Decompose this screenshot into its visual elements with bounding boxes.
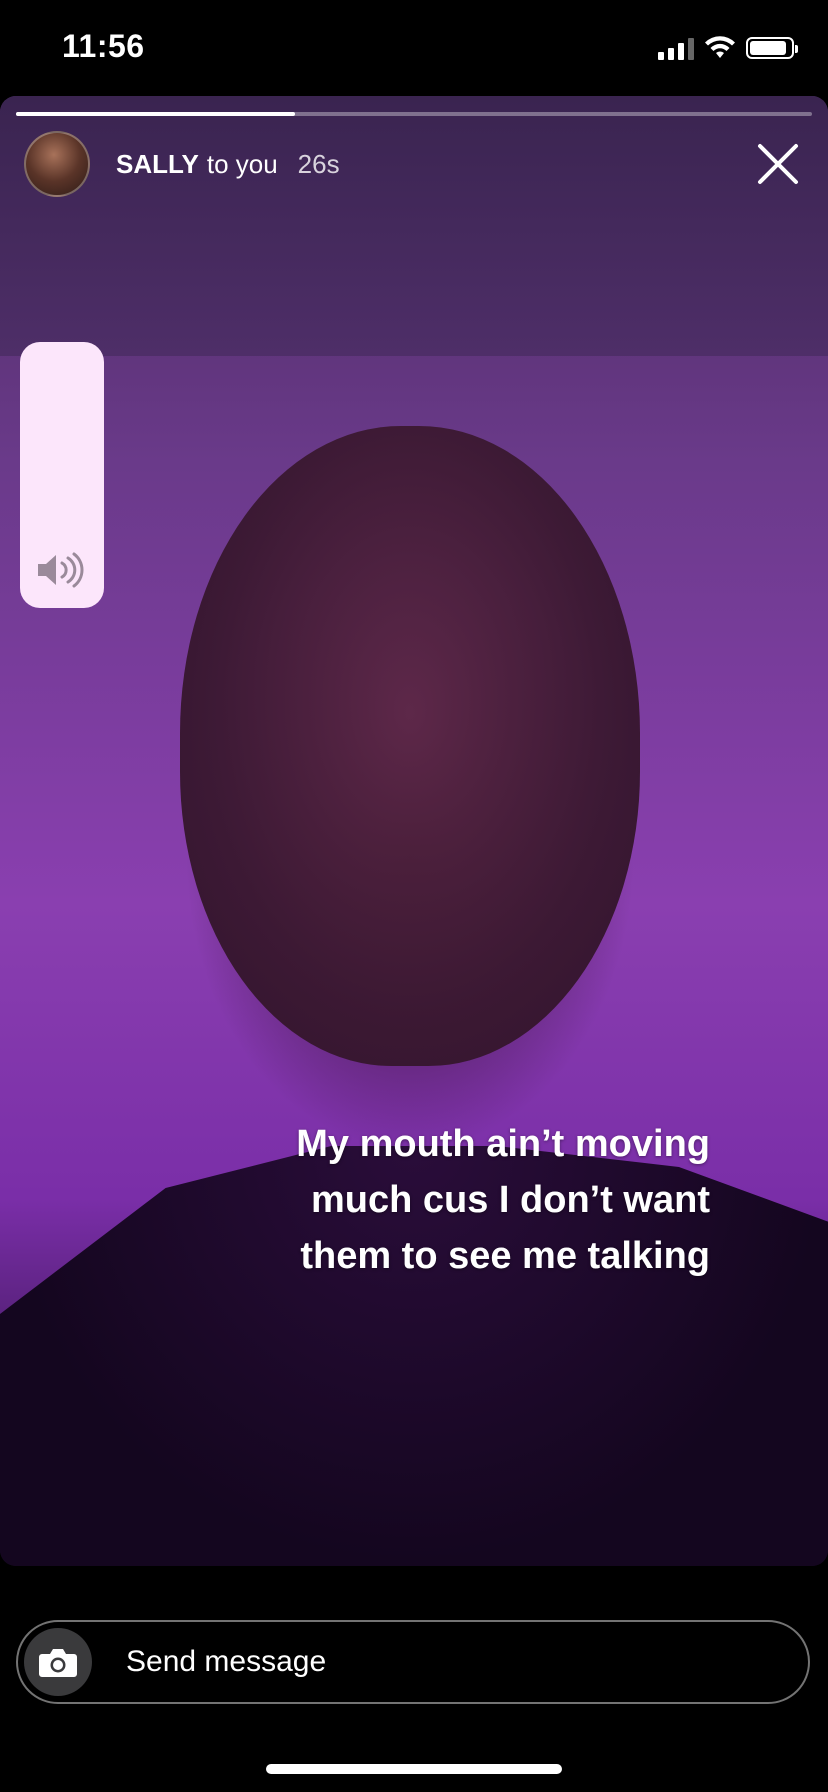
story-header-text: SALLY to you 26s (116, 149, 340, 180)
volume-slider[interactable] (20, 342, 104, 608)
recipient-text: to you (206, 148, 278, 179)
avatar[interactable] (24, 131, 90, 197)
speaker-icon (38, 552, 84, 588)
story-subject (180, 426, 640, 1066)
story-progress-fill (16, 112, 295, 116)
username[interactable]: SALLY (116, 149, 199, 180)
caption-line: much cus I don’t want (310, 1179, 710, 1221)
close-button[interactable] (752, 138, 804, 190)
story-caption: My mouth ain’t moving much cus I don’t w… (190, 1116, 710, 1284)
message-composer (16, 1620, 810, 1704)
home-indicator[interactable] (266, 1764, 562, 1774)
status-bar: 11:56 (0, 0, 828, 96)
story-viewer[interactable]: SALLY to you 26s My mouth ain’t moving m… (0, 96, 828, 1566)
status-icons (658, 36, 798, 60)
camera-button[interactable] (24, 1628, 92, 1696)
battery-icon (746, 37, 798, 59)
wifi-icon (705, 36, 735, 58)
camera-icon (39, 1649, 77, 1677)
cellular-signal-icon (658, 36, 694, 60)
story-header: SALLY to you 26s (24, 131, 804, 197)
caption-line: My mouth ain’t moving (296, 1123, 710, 1165)
story-time-ago: 26s (297, 148, 340, 179)
story-progress-bar (16, 112, 812, 116)
caption-line: them to see me talking (300, 1235, 710, 1277)
close-icon (758, 144, 798, 184)
send-message-input[interactable] (126, 1645, 726, 1679)
status-time: 11:56 (62, 28, 145, 64)
